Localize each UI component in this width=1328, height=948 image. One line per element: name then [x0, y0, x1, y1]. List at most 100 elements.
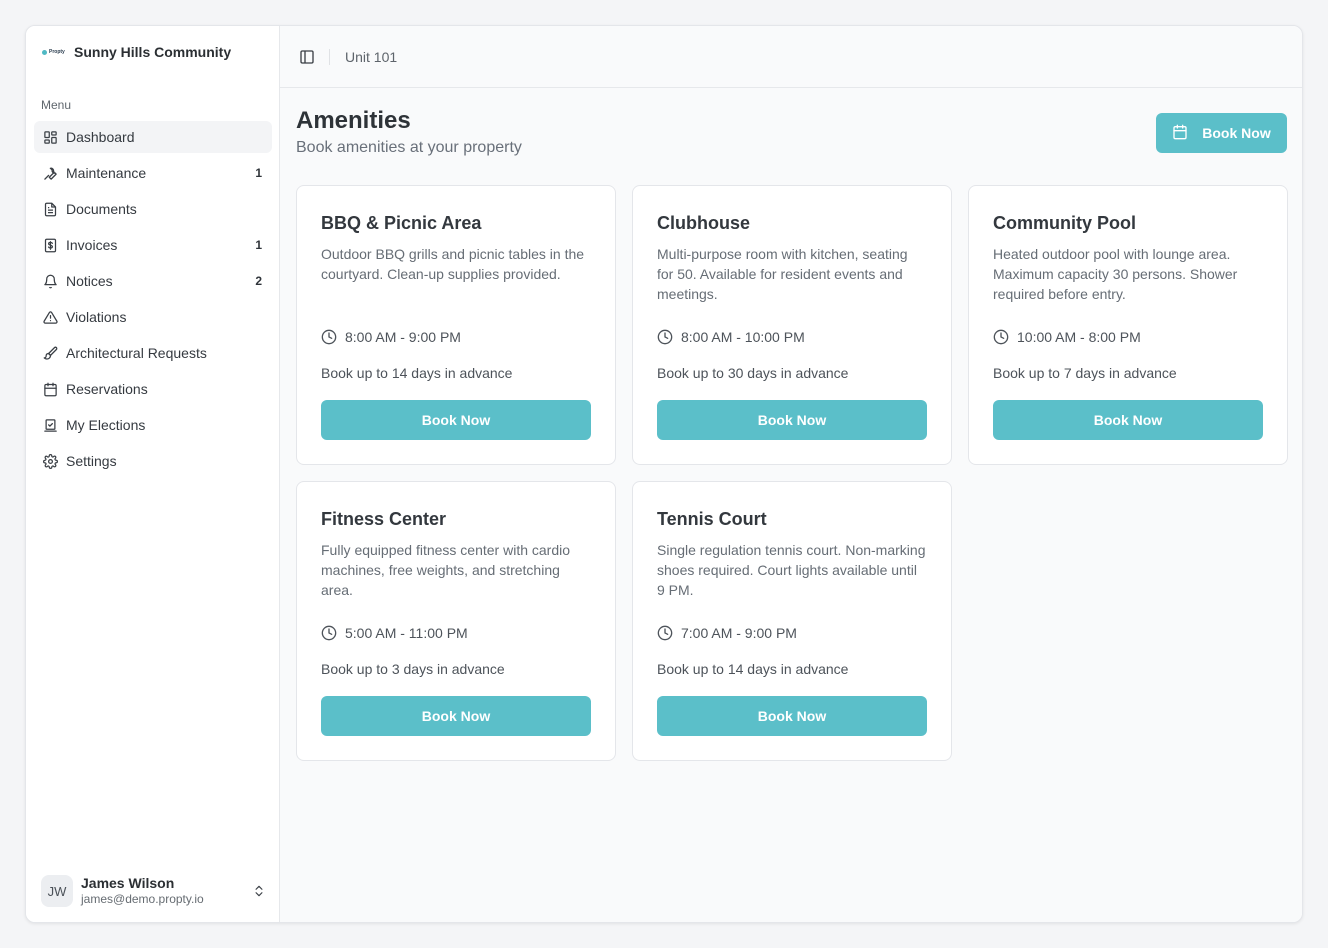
calendar-icon [42, 381, 58, 397]
amenity-card-clubhouse: Clubhouse Multi-purpose room with kitche… [632, 185, 952, 465]
ballot-icon [42, 417, 58, 433]
sidebar-item-maintenance[interactable]: Maintenance 1 [34, 157, 272, 189]
count-badge: 1 [255, 238, 262, 252]
clock-icon [657, 625, 673, 641]
sidebar: Propty Sunny Hills Community Menu Dashbo… [26, 26, 280, 922]
amenity-advance: Book up to 30 days in advance [657, 365, 849, 381]
amenity-hours: 7:00 AM - 9:00 PM [657, 625, 797, 641]
gear-icon [42, 453, 58, 469]
brand-name: Sunny Hills Community [74, 44, 232, 60]
sidebar-item-invoices[interactable]: Invoices 1 [34, 229, 272, 261]
breadcrumb: Unit 101 [345, 48, 398, 65]
sidebar-item-label: Dashboard [66, 129, 135, 145]
page-title: Amenities [296, 107, 411, 134]
count-badge: 2 [255, 274, 262, 288]
sidebar-item-label: Notices [66, 273, 113, 289]
amenity-advance: Book up to 7 days in advance [993, 365, 1177, 381]
amenity-card-tennis: Tennis Court Single regulation tennis co… [632, 481, 952, 761]
amenity-card-pool: Community Pool Heated outdoor pool with … [968, 185, 1288, 465]
hours-text: 8:00 AM - 10:00 PM [681, 329, 805, 345]
book-now-label: Book Now [1202, 125, 1271, 141]
paintbrush-icon [42, 345, 58, 361]
menu-label: Menu [41, 98, 72, 112]
clock-icon [993, 329, 1009, 345]
user-info: James Wilson james@demo.propty.io [81, 875, 251, 907]
sidebar-item-label: My Elections [66, 417, 146, 433]
amenity-card-bbq: BBQ & Picnic Area Outdoor BBQ grills and… [296, 185, 616, 465]
amenity-hours: 5:00 AM - 11:00 PM [321, 625, 468, 641]
sidebar-item-reservations[interactable]: Reservations [34, 373, 272, 405]
clock-icon [321, 329, 337, 345]
amenity-hours: 10:00 AM - 8:00 PM [993, 329, 1141, 345]
warning-icon [42, 309, 58, 325]
user-menu[interactable]: JW James Wilson james@demo.propty.io [41, 874, 267, 908]
hours-text: 10:00 AM - 8:00 PM [1017, 329, 1141, 345]
amenities-grid: BBQ & Picnic Area Outdoor BBQ grills and… [296, 185, 1288, 761]
sidebar-item-settings[interactable]: Settings [34, 445, 272, 477]
chevrons-up-down-icon[interactable] [251, 883, 267, 899]
sidebar-item-label: Settings [66, 453, 117, 469]
logo-text: Propty [49, 49, 65, 55]
sidebar-item-label: Reservations [66, 381, 148, 397]
amenity-description: Outdoor BBQ grills and picnic tables in … [321, 246, 585, 282]
sidebar-item-label: Maintenance [66, 165, 147, 181]
book-now-button[interactable]: Book Now [993, 400, 1263, 440]
book-now-button[interactable]: Book Now [321, 400, 591, 440]
amenity-description: Single regulation tennis court. Non-mark… [657, 542, 926, 598]
clock-icon [321, 625, 337, 641]
sidebar-item-notices[interactable]: Notices 2 [34, 265, 272, 297]
wrench-icon [42, 165, 58, 181]
book-now-button[interactable]: Book Now [1156, 113, 1287, 153]
app-window: Propty Sunny Hills Community Menu Dashbo… [25, 25, 1303, 923]
hours-text: 8:00 AM - 9:00 PM [345, 329, 461, 345]
amenity-name: Community Pool [993, 213, 1136, 233]
amenity-name: Clubhouse [657, 213, 750, 233]
page-header: Amenities Book amenities at your propert… [296, 106, 522, 157]
document-icon [42, 201, 58, 217]
sidebar-item-label: Documents [66, 201, 137, 217]
dashboard-icon [42, 129, 58, 145]
amenity-hours: 8:00 AM - 10:00 PM [657, 329, 805, 345]
sidebar-item-documents[interactable]: Documents [34, 193, 272, 225]
bell-icon [42, 273, 58, 289]
user-name: James Wilson [81, 875, 175, 891]
brand-logo: Propty [42, 49, 66, 55]
book-now-button[interactable]: Book Now [657, 696, 927, 736]
amenity-name: Fitness Center [321, 509, 447, 529]
sidebar-item-label: Invoices [66, 237, 118, 253]
book-now-button[interactable]: Book Now [657, 400, 927, 440]
amenity-hours: 8:00 AM - 9:00 PM [321, 329, 461, 345]
page-subtitle: Book amenities at your property [296, 139, 522, 156]
logo-dot-icon [42, 49, 47, 55]
amenity-description: Fully equipped fitness center with cardi… [321, 542, 571, 598]
sidebar-nav: Dashboard Maintenance 1 Documents Invoic… [34, 121, 272, 481]
amenity-description: Heated outdoor pool with lounge area. Ma… [993, 246, 1238, 302]
sidebar-item-label: Violations [66, 309, 127, 325]
user-email: james@demo.propty.io [81, 892, 204, 906]
amenity-name: BBQ & Picnic Area [321, 213, 482, 233]
sidebar-item-architectural-requests[interactable]: Architectural Requests [34, 337, 272, 369]
clock-icon [657, 329, 673, 345]
sidebar-item-my-elections[interactable]: My Elections [34, 409, 272, 441]
book-now-button[interactable]: Book Now [321, 696, 591, 736]
sidebar-item-dashboard[interactable]: Dashboard [34, 121, 272, 153]
calendar-icon [1172, 124, 1188, 143]
brand[interactable]: Propty Sunny Hills Community [42, 44, 231, 60]
sidebar-item-label: Architectural Requests [66, 345, 207, 361]
amenity-advance: Book up to 14 days in advance [657, 661, 849, 677]
sidebar-item-violations[interactable]: Violations [34, 301, 272, 333]
count-badge: 1 [255, 166, 262, 180]
amenity-advance: Book up to 14 days in advance [321, 365, 513, 381]
divider [329, 48, 330, 65]
amenity-description: Multi-purpose room with kitchen, seating… [657, 246, 908, 302]
sidebar-toggle-icon[interactable] [298, 48, 316, 66]
amenity-card-fitness: Fitness Center Fully equipped fitness ce… [296, 481, 616, 761]
avatar: JW [41, 875, 73, 907]
main-content: Unit 101 Amenities Book amenities at you… [280, 26, 1302, 922]
amenity-name: Tennis Court [657, 509, 767, 529]
hours-text: 7:00 AM - 9:00 PM [681, 625, 797, 641]
hours-text: 5:00 AM - 11:00 PM [345, 625, 468, 641]
topbar: Unit 101 [280, 26, 1302, 88]
invoice-icon [42, 237, 58, 253]
amenity-advance: Book up to 3 days in advance [321, 661, 505, 677]
